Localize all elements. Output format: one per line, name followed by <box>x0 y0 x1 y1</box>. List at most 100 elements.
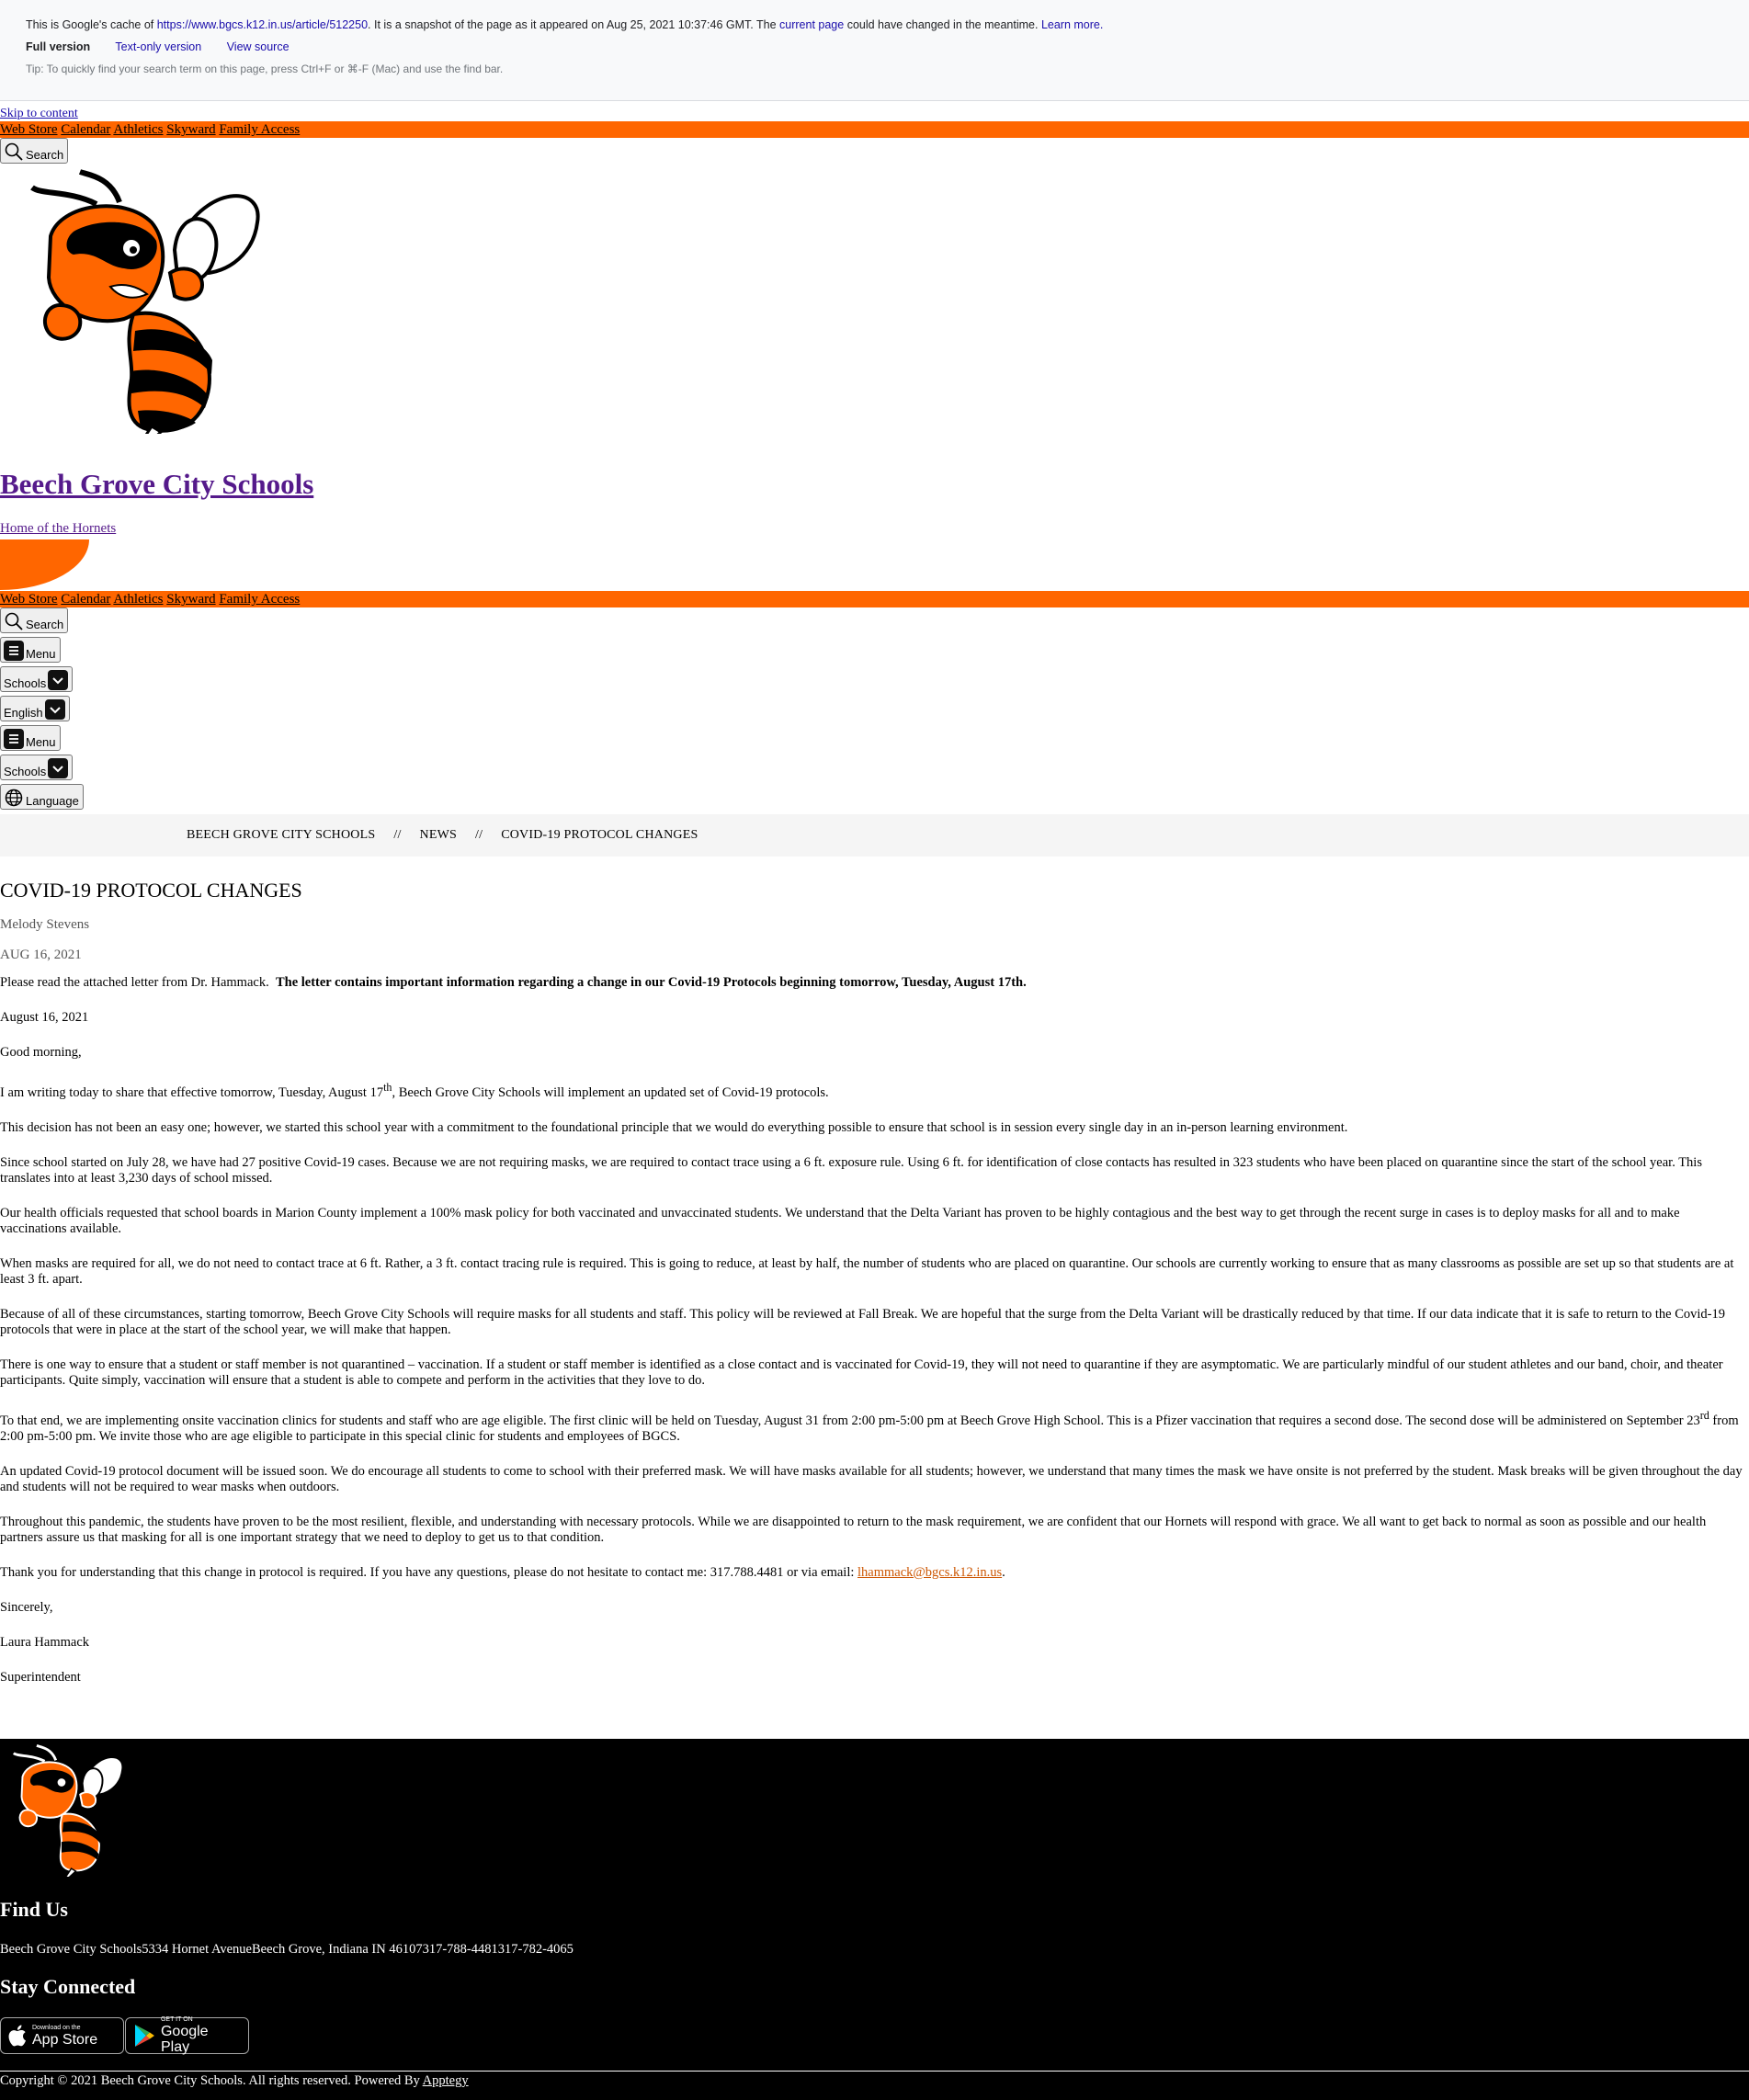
p8-text: To that end, we are implementing onsite … <box>0 1413 1700 1428</box>
nav-calendar-2[interactable]: Calendar <box>61 592 110 607</box>
menu-button-label: Menu <box>26 735 56 749</box>
nav-skyward[interactable]: Skyward <box>166 122 215 137</box>
chevron-down-icon <box>48 670 69 690</box>
nav-web-store-2[interactable]: Web Store <box>0 592 58 607</box>
stay-connected-heading: Stay Connected <box>0 1975 136 1998</box>
hornet-logo[interactable] <box>23 167 290 434</box>
intro-text: Please read the attached letter from Dr.… <box>0 975 269 990</box>
text-only-link[interactable]: Text-only version <box>115 40 201 53</box>
search-icon <box>5 142 23 161</box>
search-button-label: Search <box>26 148 64 162</box>
schools-button-label: Schools <box>4 765 47 778</box>
google-play-icon <box>134 2025 154 2047</box>
view-source-link[interactable]: View source <box>227 40 290 53</box>
letter-paragraph: Throughout this pandemic, the students h… <box>0 1514 1707 1545</box>
letter-paragraph: When masks are required for all, we do n… <box>0 1255 1734 1287</box>
letter-paragraph: There is one way to ensure that a studen… <box>0 1356 1723 1388</box>
language-button[interactable]: Language <box>0 784 84 810</box>
search-button[interactable]: Search <box>0 138 69 164</box>
cache-mid: . It is a snapshot of the page as it app… <box>368 18 780 31</box>
letter-paragraph: Because of all of these circumstances, s… <box>0 1306 1725 1337</box>
cache-tip: Tip: To quickly find your search term on… <box>26 62 504 75</box>
letter-paragraph: Since school started on July 28, we have… <box>0 1154 1702 1186</box>
site-tagline-link[interactable]: Home of the Hornets <box>0 521 116 537</box>
breadcrumb-home[interactable]: BEECH GROVE CITY SCHOOLS <box>187 828 375 842</box>
search-button-2[interactable]: Search <box>0 607 69 633</box>
article-date: AUG 16, 2021 <box>0 948 82 962</box>
main-nav-bar: Web Store Calendar Athletics Skyward Fam… <box>0 591 1749 607</box>
nav-family-access-2[interactable]: Family Access <box>219 592 300 607</box>
signature-name: Laura Hammack <box>0 1634 90 1650</box>
article-title: COVID-19 PROTOCOL CHANGES <box>0 879 302 902</box>
nav-family-access[interactable]: Family Access <box>219 122 300 137</box>
nav-web-store[interactable]: Web Store <box>0 122 58 137</box>
app-store-badge[interactable]: Download on the App Store <box>0 2017 124 2054</box>
p1-text-end: , Beech Grove City Schools will implemen… <box>392 1084 829 1100</box>
letter-paragraph: This decision has not been an easy one; … <box>0 1119 1348 1135</box>
breadcrumb-separator: // <box>475 828 483 842</box>
site-title-link[interactable]: Beech Grove City Schools <box>0 468 313 500</box>
cache-notice: This is Google's cache of https://www.bg… <box>26 18 1723 31</box>
schools-dropdown-button[interactable]: Schools <box>0 666 74 692</box>
google-play-big-text: Google Play <box>160 2024 209 2055</box>
cache-prefix: This is Google's cache of <box>26 18 157 31</box>
app-store-big-text: App Store <box>32 2031 98 2048</box>
nav-athletics-2[interactable]: Athletics <box>113 592 163 607</box>
app-store-small-text: Download on the <box>32 2024 81 2031</box>
schools-dropdown-button-2[interactable]: Schools <box>0 755 74 780</box>
breadcrumb-news[interactable]: NEWS <box>420 828 457 842</box>
p8-superscript: rd <box>1699 1408 1709 1422</box>
email-link[interactable]: lhammack@bgcs.k12.in.us <box>857 1565 1002 1580</box>
version-links: Full version Text-only version View sour… <box>26 40 1723 53</box>
closing: Sincerely, <box>0 1599 53 1615</box>
cache-url-link[interactable]: https://www.bgcs.k12.in.us/article/51225… <box>157 18 368 31</box>
footer-address: Beech Grove City Schools5334 Hornet Aven… <box>0 1942 574 1957</box>
letter-paragraph: I am writing today to share that effecti… <box>0 1080 1749 1101</box>
article-author: Melody Stevens <box>0 917 90 932</box>
footer-hornet-logo[interactable] <box>9 1739 138 1877</box>
intro-paragraph: Please read the attached letter from Dr.… <box>0 975 1749 991</box>
top-nav-bar: Web Store Calendar Athletics Skyward Fam… <box>0 121 1749 138</box>
globe-icon <box>5 789 23 807</box>
letter-date: August 16, 2021 <box>0 1010 89 1025</box>
letter-paragraph: An updated Covid-19 protocol document wi… <box>0 1463 1743 1494</box>
article: COVID-19 PROTOCOL CHANGES Melody Stevens… <box>0 857 1749 1686</box>
language-button-label: Language <box>26 794 79 808</box>
learn-more-link[interactable]: Learn more. <box>1041 18 1103 31</box>
skip-to-content-link[interactable]: Skip to content <box>0 107 1749 121</box>
full-version-link[interactable]: Full version <box>26 40 90 53</box>
english-language-button[interactable]: English <box>0 696 70 721</box>
apple-icon <box>8 2025 26 2047</box>
nav-athletics[interactable]: Athletics <box>113 122 163 137</box>
chevron-down-icon <box>44 699 65 720</box>
intro-bold-text: The letter contains important informatio… <box>275 975 1027 990</box>
english-button-label: English <box>4 706 43 720</box>
find-us-heading: Find Us <box>0 1898 68 1921</box>
header-logo-area <box>0 167 1749 489</box>
breadcrumb-current: COVID-19 PROTOCOL CHANGES <box>501 828 698 842</box>
letter-paragraph: To that end, we are implementing onsite … <box>0 1408 1749 1445</box>
menu-button-2[interactable]: Menu <box>0 725 61 751</box>
greeting: Good morning, <box>0 1045 82 1060</box>
search-button-label: Search <box>26 618 64 631</box>
google-play-small-text: GET IT ON <box>160 2016 193 2023</box>
cache-suffix: could have changed in the meantime. <box>844 18 1041 31</box>
letter-paragraph: Thank you for understanding that this ch… <box>0 1565 1749 1581</box>
nav-skyward-2[interactable]: Skyward <box>166 592 215 607</box>
site-title: Beech Grove City Schools <box>0 468 313 501</box>
menu-button-label: Menu <box>26 647 56 661</box>
p11-text: Thank you for understanding that this ch… <box>0 1564 858 1580</box>
schools-button-label: Schools <box>4 676 47 690</box>
hamburger-icon <box>4 641 24 661</box>
copyright-bar: Copyright © 2021 Beech Grove City School… <box>0 2071 1749 2089</box>
chevron-down-icon <box>48 758 69 778</box>
nav-calendar[interactable]: Calendar <box>61 122 110 137</box>
hamburger-icon <box>4 729 24 749</box>
apptegy-link[interactable]: Apptegy <box>423 2073 469 2088</box>
current-page-link[interactable]: current page <box>779 18 844 31</box>
google-play-badge[interactable]: GET IT ON Google Play <box>125 2016 249 2055</box>
menu-button[interactable]: Menu <box>0 637 61 663</box>
search-icon <box>5 612 23 630</box>
letter-paragraph: Our health officials requested that scho… <box>0 1205 1680 1236</box>
signature-role: Superintendent <box>0 1669 81 1685</box>
